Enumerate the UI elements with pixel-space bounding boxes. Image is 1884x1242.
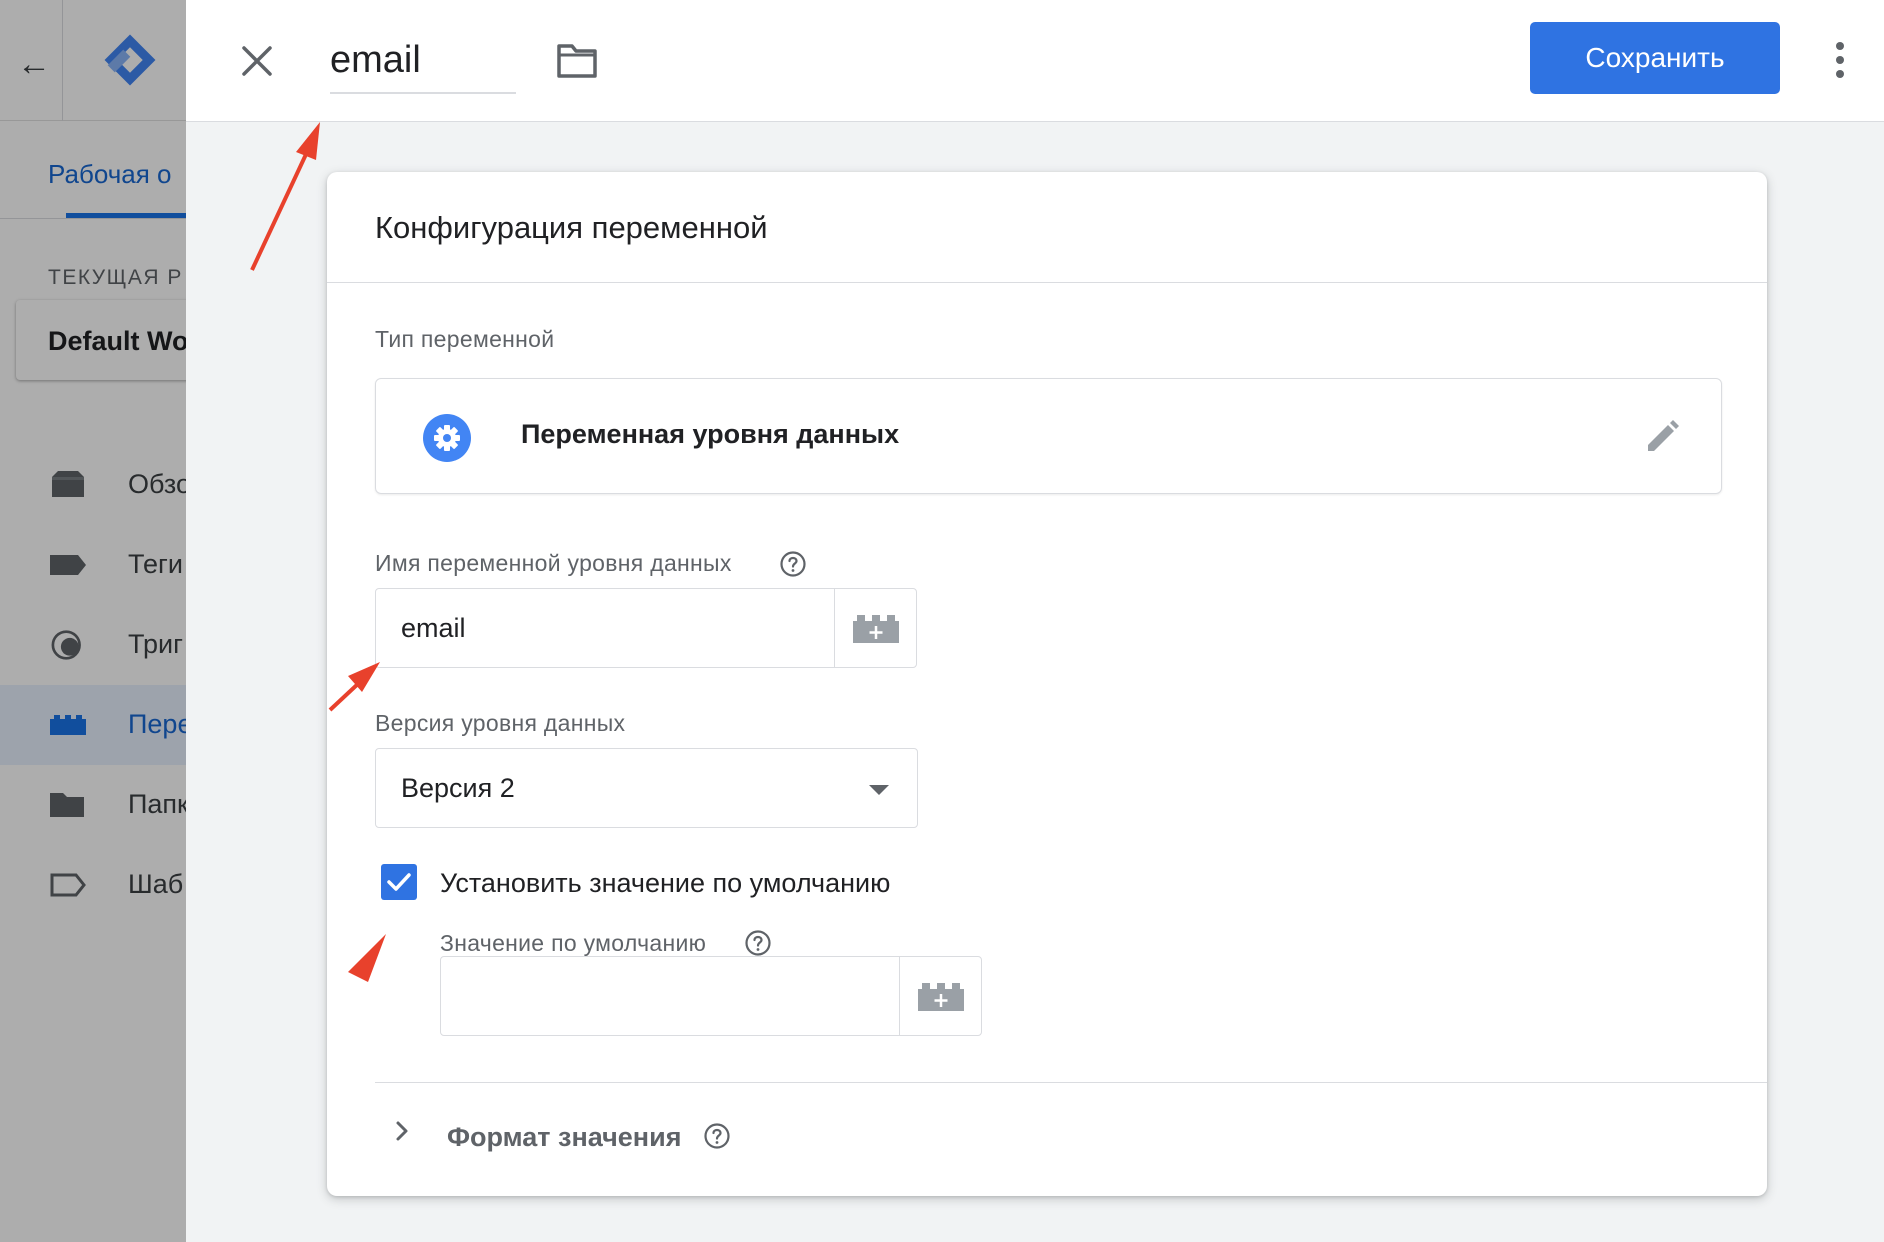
datalayer-name-field (375, 588, 917, 668)
insert-variable-button[interactable] (834, 589, 916, 667)
close-icon[interactable] (236, 40, 278, 82)
datalayer-name-input[interactable] (376, 589, 836, 667)
format-section-divider (375, 1082, 1767, 1083)
more-vert-icon[interactable] (1830, 36, 1850, 86)
folder-icon[interactable] (556, 42, 598, 80)
datalayer-version-value: Версия 2 (401, 773, 515, 803)
editor-topbar: Сохранить (186, 0, 1884, 122)
help-icon[interactable] (779, 550, 807, 578)
datalayer-version-label: Версия уровня данных (375, 710, 626, 736)
more-dot (1836, 56, 1844, 64)
variable-type-label: Тип переменной (375, 326, 555, 352)
variable-name-input[interactable] (330, 28, 516, 92)
help-icon[interactable] (744, 929, 772, 957)
pencil-icon[interactable] (1642, 415, 1684, 457)
default-value-input[interactable] (441, 957, 901, 1035)
checkmark-icon (387, 873, 411, 891)
insert-variable-icon (853, 615, 899, 643)
value-format-section-toggle[interactable]: Формат значения (447, 1122, 681, 1153)
card-title: Конфигурация переменной (375, 210, 768, 245)
variable-configuration-card: Конфигурация переменной Тип переменной П… (327, 172, 1767, 1196)
chevron-right-icon[interactable] (387, 1116, 417, 1146)
dropdown-arrow-icon (869, 785, 889, 795)
datalayer-version-select[interactable]: Версия 2 (375, 748, 918, 828)
datalayer-name-label: Имя переменной уровня данных (375, 550, 732, 576)
variable-type-name: Переменная уровня данных (521, 419, 900, 449)
gear-icon (423, 414, 471, 462)
default-value-checkbox-label[interactable]: Установить значение по умолчанию (440, 868, 890, 899)
variable-name-field[interactable] (330, 28, 516, 94)
insert-variable-icon (918, 983, 964, 1011)
save-button[interactable]: Сохранить (1530, 22, 1780, 94)
default-value-label: Значение по умолчанию (440, 930, 707, 956)
default-value-checkbox[interactable] (381, 864, 417, 900)
card-divider (327, 282, 1767, 283)
help-icon[interactable] (703, 1122, 731, 1150)
default-value-field (440, 956, 982, 1036)
more-dot (1836, 70, 1844, 78)
more-dot (1836, 42, 1844, 50)
modal-scrim (0, 0, 186, 1242)
variable-type-selector[interactable]: Переменная уровня данных (375, 378, 1722, 494)
annotation-arrow (250, 122, 320, 271)
insert-variable-button[interactable] (899, 957, 981, 1035)
